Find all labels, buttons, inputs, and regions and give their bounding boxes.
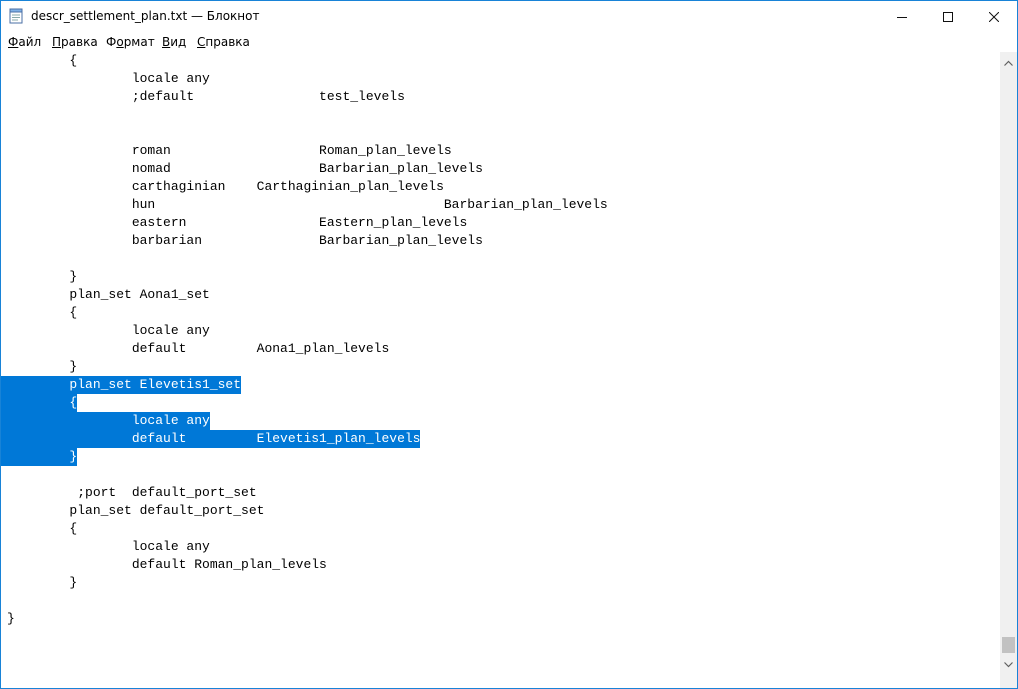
chevron-up-icon — [1004, 51, 1013, 70]
minimize-button[interactable] — [879, 1, 925, 32]
menu-format-accel: о — [116, 35, 124, 49]
text-line[interactable]: nomad Barbarian_plan_levels — [7, 160, 483, 178]
text-line[interactable]: plan_set Aona1_set — [7, 286, 209, 304]
chevron-down-icon — [1004, 653, 1013, 672]
menu-edit-label: равка — [61, 35, 98, 49]
text-line[interactable]: } — [7, 358, 77, 376]
text-line[interactable]: locale any — [7, 322, 210, 340]
text-line[interactable]: { — [7, 304, 77, 322]
text-line[interactable]: ;port default_port_set — [7, 484, 256, 502]
selected-text-line[interactable]: } — [7, 448, 78, 466]
menu-bar: Файл Правка Формат Вид Справка — [1, 32, 1017, 52]
selected-text-line[interactable]: locale any — [7, 412, 210, 430]
text-line[interactable]: } — [7, 574, 77, 592]
menu-file[interactable]: Файл — [8, 35, 41, 49]
text-line[interactable]: } — [7, 610, 15, 628]
menu-format[interactable]: Формат — [106, 35, 155, 49]
title-bar[interactable]: descr_settlement_plan.txt — Блокнот — [1, 1, 1017, 32]
text-line[interactable]: } — [7, 268, 77, 286]
close-icon — [988, 7, 1000, 26]
text-line[interactable]: default Roman_plan_levels — [7, 556, 327, 574]
maximize-button[interactable] — [925, 1, 971, 32]
menu-file-accel: Ф — [8, 35, 19, 49]
scroll-up-button[interactable] — [1000, 52, 1017, 69]
menu-format-label-end: рмат — [123, 35, 155, 49]
menu-view-label: ид — [170, 35, 187, 49]
menu-edit-accel: П — [52, 35, 62, 49]
text-line[interactable]: plan_set default_port_set — [7, 502, 264, 520]
scroll-down-button[interactable] — [1000, 654, 1017, 671]
selected-text-line[interactable]: default Elevetis1_plan_levels — [7, 430, 421, 448]
menu-view-accel: В — [162, 35, 171, 49]
text-line[interactable]: ;default test_levels — [7, 88, 405, 106]
text-line[interactable]: { — [7, 52, 77, 70]
size-grip[interactable] — [1000, 671, 1017, 688]
notepad-icon[interactable] — [9, 8, 23, 24]
notepad-window: descr_settlement_plan.txt — Блокнот Файл… — [0, 0, 1018, 689]
menu-edit[interactable]: Правка — [52, 35, 98, 49]
close-button[interactable] — [971, 1, 1017, 32]
text-line[interactable]: roman Roman_plan_levels — [7, 142, 452, 160]
menu-view[interactable]: Вид — [162, 35, 186, 49]
selected-text-line[interactable]: plan_set Elevetis1_set — [7, 376, 242, 394]
menu-file-label: айл — [18, 35, 42, 49]
text-editor[interactable]: { locale any ;default test_levels roman … — [1, 52, 1000, 688]
text-line[interactable]: hun Barbarian_plan_levels — [7, 196, 608, 214]
vertical-scrollbar[interactable] — [1000, 52, 1017, 688]
text-line[interactable]: carthaginian Carthaginian_plan_levels — [7, 178, 444, 196]
window-title: descr_settlement_plan.txt — Блокнот — [31, 9, 260, 23]
maximize-icon — [943, 7, 953, 26]
text-line[interactable]: locale any — [7, 70, 210, 88]
menu-help[interactable]: Справка — [197, 35, 250, 49]
minimize-icon — [897, 7, 907, 26]
menu-help-label: правка — [205, 35, 250, 49]
text-line[interactable]: locale any — [7, 538, 210, 556]
menu-format-label-start: Ф — [106, 35, 117, 49]
scroll-thumb[interactable] — [1002, 637, 1015, 653]
selected-text-line[interactable]: { — [7, 394, 78, 412]
text-line[interactable]: { — [7, 520, 77, 538]
text-line[interactable]: default Aona1_plan_levels — [7, 340, 389, 358]
text-line[interactable]: eastern Eastern_plan_levels — [7, 214, 467, 232]
text-line[interactable]: barbarian Barbarian_plan_levels — [7, 232, 483, 250]
